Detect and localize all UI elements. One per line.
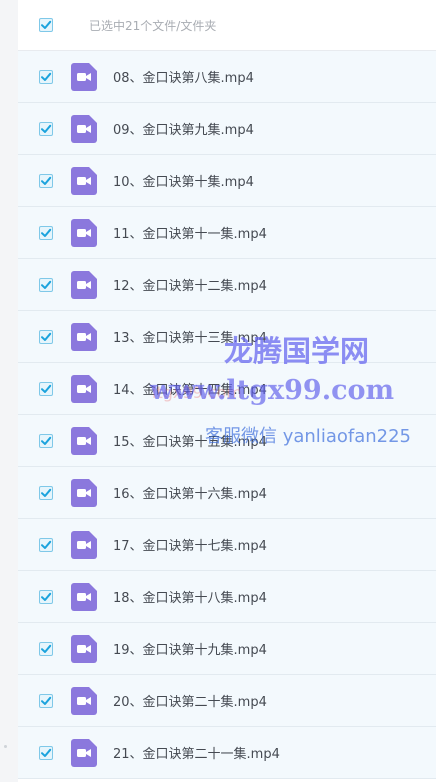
file-checkbox[interactable] bbox=[39, 225, 53, 240]
file-name: 17、金口诀第十七集.mp4 bbox=[113, 539, 267, 554]
checkmark-icon bbox=[41, 696, 52, 705]
video-file-icon bbox=[71, 582, 97, 611]
file-checkbox[interactable] bbox=[39, 173, 53, 188]
video-file-icon bbox=[71, 426, 97, 455]
checkmark-icon bbox=[41, 124, 52, 133]
file-row[interactable]: 13、金口诀第十三集.mp4 bbox=[18, 311, 436, 363]
file-row[interactable]: 17、金口诀第十七集.mp4 bbox=[18, 519, 436, 571]
file-row[interactable]: 19、金口诀第十九集.mp4 bbox=[18, 623, 436, 675]
file-name: 16、金口诀第十六集.mp4 bbox=[113, 487, 267, 502]
checkmark-icon bbox=[41, 540, 52, 549]
file-name: 18、金口诀第十八集.mp4 bbox=[113, 591, 267, 606]
checkmark-icon bbox=[41, 332, 52, 341]
select-all-checkbox[interactable] bbox=[39, 18, 53, 32]
file-name: 12、金口诀第十二集.mp4 bbox=[113, 279, 267, 294]
checkmark-icon bbox=[41, 436, 52, 445]
file-row[interactable]: 20、金口诀第二十集.mp4 bbox=[18, 675, 436, 727]
file-name: 14、金口诀第十四集.mp4 bbox=[113, 383, 267, 398]
checkmark-icon bbox=[41, 488, 52, 497]
checkmark-icon bbox=[41, 280, 52, 289]
file-name: 10、金口诀第十集.mp4 bbox=[113, 175, 254, 190]
file-name: 08、金口诀第八集.mp4 bbox=[113, 71, 254, 86]
video-file-icon bbox=[71, 634, 97, 663]
checkmark-icon bbox=[41, 748, 52, 757]
video-file-icon bbox=[71, 322, 97, 351]
video-file-icon bbox=[71, 374, 97, 403]
file-checkbox[interactable] bbox=[39, 693, 53, 708]
file-row[interactable]: 15、金口诀第十五集.mp4 bbox=[18, 415, 436, 467]
file-checkbox[interactable] bbox=[39, 641, 53, 656]
file-name: 15、金口诀第十五集.mp4 bbox=[113, 435, 267, 450]
video-file-icon bbox=[71, 218, 97, 247]
file-checkbox[interactable] bbox=[39, 69, 53, 84]
file-checkbox[interactable] bbox=[39, 277, 53, 292]
file-row[interactable]: 14、金口诀第十四集.mp4 bbox=[18, 363, 436, 415]
checkmark-icon bbox=[41, 592, 52, 601]
file-row[interactable]: 18、金口诀第十八集.mp4 bbox=[18, 571, 436, 623]
file-row[interactable]: 09、金口诀第九集.mp4 bbox=[18, 103, 436, 155]
video-file-icon bbox=[71, 738, 97, 767]
checkmark-icon bbox=[41, 72, 52, 81]
file-name: 13、金口诀第十三集.mp4 bbox=[113, 331, 267, 346]
file-row[interactable]: 11、金口诀第十一集.mp4 bbox=[18, 207, 436, 259]
video-file-icon bbox=[71, 62, 97, 91]
file-row[interactable]: 21、金口诀第二十一集.mp4 bbox=[18, 727, 436, 779]
video-file-icon bbox=[71, 270, 97, 299]
file-checkbox[interactable] bbox=[39, 745, 53, 760]
video-file-icon bbox=[71, 478, 97, 507]
file-checkbox[interactable] bbox=[39, 329, 53, 344]
file-name: 09、金口诀第九集.mp4 bbox=[113, 123, 254, 138]
video-file-icon bbox=[71, 530, 97, 559]
video-file-icon bbox=[71, 686, 97, 715]
file-name: 11、金口诀第十一集.mp4 bbox=[113, 227, 267, 242]
file-checkbox[interactable] bbox=[39, 121, 53, 136]
file-row[interactable]: 10、金口诀第十集.mp4 bbox=[18, 155, 436, 207]
file-row[interactable]: 12、金口诀第十二集.mp4 bbox=[18, 259, 436, 311]
file-list-panel: 已选中21个文件/文件夹 08、金口诀第八集.mp4 09、金口诀第九集.mp4 1… bbox=[18, 0, 436, 782]
checkmark-icon bbox=[41, 176, 52, 185]
file-name: 20、金口诀第二十集.mp4 bbox=[113, 695, 267, 710]
file-list: 08、金口诀第八集.mp4 09、金口诀第九集.mp4 10、金口诀第十集.mp4 1… bbox=[18, 51, 436, 779]
checkmark-icon bbox=[41, 20, 52, 29]
file-name: 21、金口诀第二十一集.mp4 bbox=[113, 747, 280, 762]
scroll-dot bbox=[4, 745, 7, 748]
selection-header: 已选中21个文件/文件夹 bbox=[18, 0, 436, 51]
file-checkbox[interactable] bbox=[39, 433, 53, 448]
checkmark-icon bbox=[41, 644, 52, 653]
video-file-icon bbox=[71, 114, 97, 143]
file-checkbox[interactable] bbox=[39, 589, 53, 604]
file-checkbox[interactable] bbox=[39, 537, 53, 552]
checkmark-icon bbox=[41, 228, 52, 237]
file-name: 19、金口诀第十九集.mp4 bbox=[113, 643, 267, 658]
video-file-icon bbox=[71, 166, 97, 195]
checkmark-icon bbox=[41, 384, 52, 393]
file-checkbox[interactable] bbox=[39, 381, 53, 396]
file-row[interactable]: 16、金口诀第十六集.mp4 bbox=[18, 467, 436, 519]
file-row[interactable]: 08、金口诀第八集.mp4 bbox=[18, 51, 436, 103]
file-checkbox[interactable] bbox=[39, 485, 53, 500]
selection-count-label: 已选中21个文件/文件夹 bbox=[89, 18, 217, 33]
